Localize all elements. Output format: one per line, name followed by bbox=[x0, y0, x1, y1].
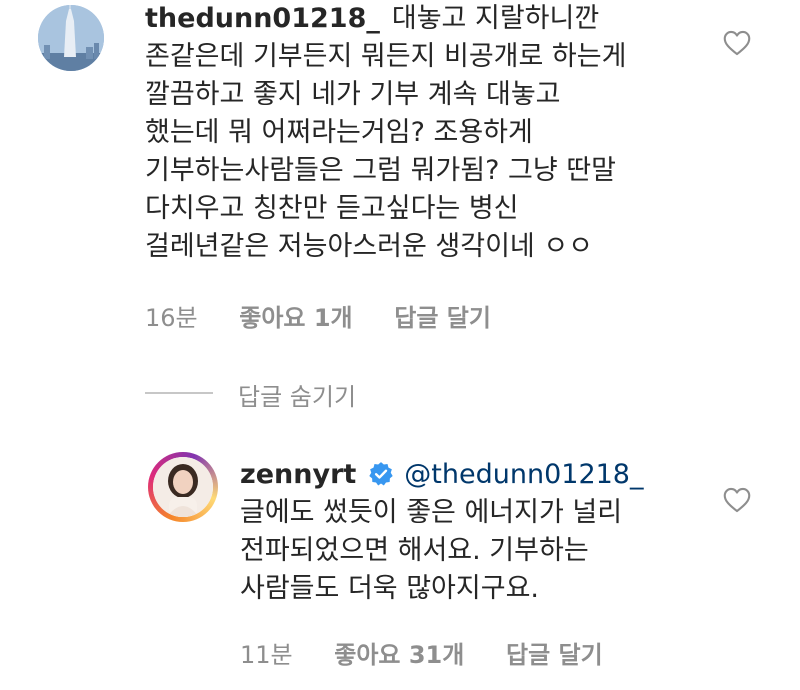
heart-outline-icon[interactable] bbox=[723, 30, 751, 56]
profile-photo bbox=[153, 457, 213, 517]
comment-body: zennyrt @thedunn01218_ 글에도 썼듯이 좋은 에너지가 널… bbox=[240, 456, 710, 608]
comment-body: thedunn01218_ 대놓고 지랄하니깐 존같은데 기부든지 뭐든지 비공개… bbox=[145, 0, 705, 266]
comment-line: 글에도 썼듯이 좋은 에너지가 널리 bbox=[240, 497, 623, 528]
reply-button[interactable]: 답글 달기 bbox=[506, 641, 603, 669]
comment-line: 전파되었으면 해서요. 기부하는 bbox=[240, 535, 589, 566]
comment-username[interactable]: thedunn01218_ bbox=[145, 3, 380, 34]
comment-line: 다치우고 칭찬만 듣고싶다는 병신 bbox=[145, 193, 519, 224]
comment-username[interactable]: zennyrt bbox=[240, 459, 356, 490]
likes-count[interactable]: 좋아요 1개 bbox=[239, 304, 352, 332]
comment-time: 11분 bbox=[240, 641, 293, 669]
comment-line: 걸레년같은 저능아스러운 생각이네 ㅇㅇ bbox=[145, 231, 594, 262]
mention-link[interactable]: @thedunn01218_ bbox=[404, 459, 643, 490]
heart-outline-icon[interactable] bbox=[723, 487, 751, 513]
reply-button[interactable]: 답글 달기 bbox=[394, 304, 491, 332]
comment-meta: 11분 좋아요 31개 답글 달기 bbox=[240, 635, 637, 670]
comment-time: 16분 bbox=[145, 304, 198, 332]
comment-line: 깔끔하고 좋지 네가 기부 계속 대놓고 bbox=[145, 79, 561, 110]
avatar[interactable] bbox=[153, 457, 213, 517]
city-skyline-image bbox=[38, 5, 104, 71]
comment-meta: 16분 좋아요 1개 답글 달기 bbox=[145, 298, 525, 333]
avatar[interactable] bbox=[38, 5, 104, 71]
comment-line: 했는데 뭐 어쩌라는거임? 조용하게 bbox=[145, 117, 533, 148]
comment-line: 대놓고 지랄하니깐 bbox=[391, 3, 600, 34]
hide-replies-button[interactable]: 답글 숨기기 bbox=[238, 377, 356, 412]
replies-divider bbox=[145, 392, 213, 394]
comment-line: 기부하는사람들은 그럼 뭐가됨? 그냥 딴말 bbox=[145, 155, 616, 186]
verified-badge-icon bbox=[369, 462, 393, 486]
comment-line: 사람들도 더욱 많아지구요. bbox=[240, 573, 539, 604]
likes-count[interactable]: 좋아요 31개 bbox=[334, 641, 464, 669]
comment-line: 존같은데 기부든지 뭐든지 비공개로 하는게 bbox=[145, 41, 627, 72]
